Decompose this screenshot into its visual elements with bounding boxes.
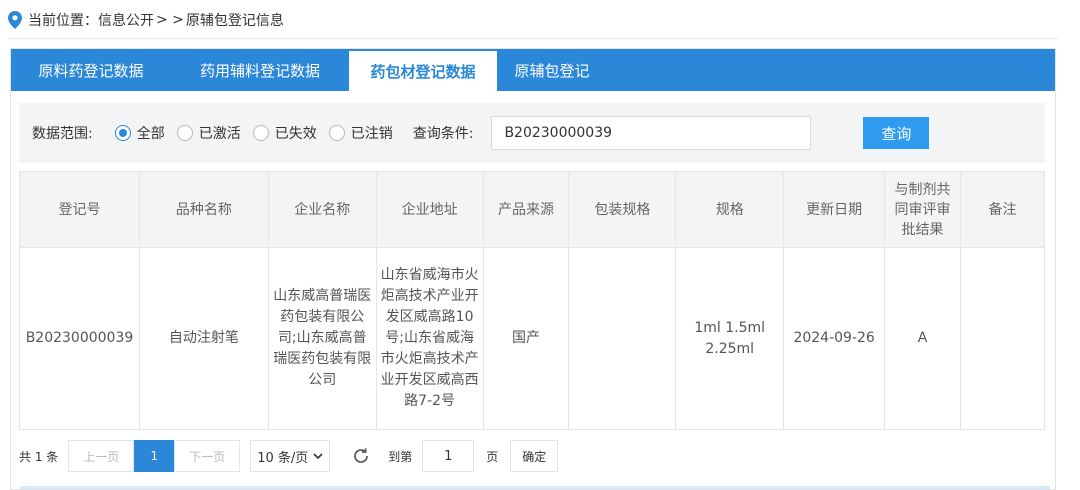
radio-unchecked-icon <box>252 125 269 141</box>
cell-specification: 1ml 1.5ml 2.25ml <box>675 247 785 430</box>
refresh-icon[interactable] <box>350 445 372 467</box>
radio-all[interactable]: 全部 <box>114 123 165 143</box>
tab-api-registration[interactable]: 原料药登记数据 <box>11 49 171 91</box>
search-button[interactable]: 查询 <box>863 117 930 149</box>
cell-company-address: 山东省威海市火炬高技术产业开发区威高路10号;山东省威海市火炬高技术产业开发区威… <box>375 247 484 430</box>
prev-page-button[interactable]: 上一页 <box>68 440 135 472</box>
radio-expired[interactable]: 已失效 <box>252 123 317 143</box>
chevron-down-icon <box>313 452 323 460</box>
breadcrumb-section[interactable]: 信息公开 <box>98 10 154 30</box>
range-label: 数据范围: <box>32 126 93 142</box>
cell-product-name: 自动注射笔 <box>138 247 269 430</box>
table-row[interactable]: B20230000039 自动注射笔 山东威高普瑞医药包装有限公司;山东威高普瑞… <box>19 247 1045 430</box>
col-remarks: 备注 <box>960 171 1045 248</box>
total-count: 共 1 条 <box>19 449 59 464</box>
radio-activated[interactable]: 已激活 <box>176 123 241 143</box>
tab-excipient-registration[interactable]: 药用辅料登记数据 <box>171 49 349 91</box>
col-update-date: 更新日期 <box>783 171 886 248</box>
cell-registration-no: B20230000039 <box>19 247 140 430</box>
col-product-source: 产品来源 <box>482 171 570 248</box>
tab-packaging-registration[interactable]: 药包材登记数据 <box>349 51 497 91</box>
divider <box>8 38 1058 39</box>
col-package-spec: 包装规格 <box>568 171 677 248</box>
breadcrumb-current: 原辅包登记信息 <box>185 13 284 29</box>
breadcrumb-separator: > > <box>156 12 184 28</box>
cell-update-date: 2024-09-26 <box>783 247 886 430</box>
query-input[interactable] <box>491 116 812 150</box>
tab-raw-material-registration[interactable]: 原辅包登记 <box>497 49 607 91</box>
page-1-button[interactable]: 1 <box>134 440 175 472</box>
radio-expired-label: 已失效 <box>274 126 317 142</box>
pagination: 共 1 条 上一页 1 下一页 10 条/页 到第 1 页 确定 <box>19 439 559 473</box>
confirm-button[interactable]: 确定 <box>510 440 559 472</box>
cell-remarks <box>960 247 1045 430</box>
location-pin-icon <box>8 11 22 29</box>
results-table: 登记号 品种名称 企业名称 企业地址 产品来源 包装规格 规格 更新日期 与制剂… <box>19 171 1045 430</box>
col-product-name: 品种名称 <box>138 171 269 248</box>
next-page-button[interactable]: 下一页 <box>174 440 241 472</box>
bottom-accent-bar <box>20 486 1050 489</box>
filter-bar: 数据范围: 全部 已激活 已失效 已注销 查询条件: 查询 <box>19 103 1045 163</box>
radio-unchecked-icon <box>328 125 345 141</box>
radio-cancelled[interactable]: 已注销 <box>328 123 393 143</box>
col-review-result: 与制剂共同审评审批结果 <box>884 171 961 248</box>
breadcrumb: 当前位置： 信息公开 > > 原辅包登记信息 <box>8 8 284 32</box>
tab-bar: 原料药登记数据 药用辅料登记数据 药包材登记数据 原辅包登记 <box>11 49 1055 91</box>
page-size-select[interactable]: 10 条/页 <box>250 440 331 472</box>
radio-checked-icon <box>114 125 131 141</box>
content-panel: 原料药登记数据 药用辅料登记数据 药包材登记数据 原辅包登记 数据范围: 全部 … <box>10 48 1056 490</box>
query-label: 查询条件: <box>412 126 474 142</box>
goto-label: 到第 <box>388 449 413 464</box>
cell-company-name: 山东威高普瑞医药包装有限公司;山东威高普瑞医药包装有限公司 <box>267 247 377 430</box>
col-specification: 规格 <box>675 171 785 248</box>
cell-package-spec <box>568 247 677 430</box>
col-registration-no: 登记号 <box>19 171 140 248</box>
table-header-row: 登记号 品种名称 企业名称 企业地址 产品来源 包装规格 规格 更新日期 与制剂… <box>19 171 1045 248</box>
radio-activated-label: 已激活 <box>198 126 241 142</box>
goto-page-input[interactable]: 1 <box>422 440 475 472</box>
cell-product-source: 国产 <box>482 247 570 430</box>
cell-review-result: A <box>884 247 961 430</box>
radio-unchecked-icon <box>176 125 193 141</box>
page-unit-label: 页 <box>486 449 499 464</box>
radio-cancelled-label: 已注销 <box>350 126 393 142</box>
col-company-address: 企业地址 <box>375 171 484 248</box>
radio-all-label: 全部 <box>136 126 165 142</box>
breadcrumb-prefix: 当前位置： <box>28 13 98 29</box>
page-size-label: 10 条/页 <box>257 450 309 466</box>
col-company-name: 企业名称 <box>267 171 377 248</box>
